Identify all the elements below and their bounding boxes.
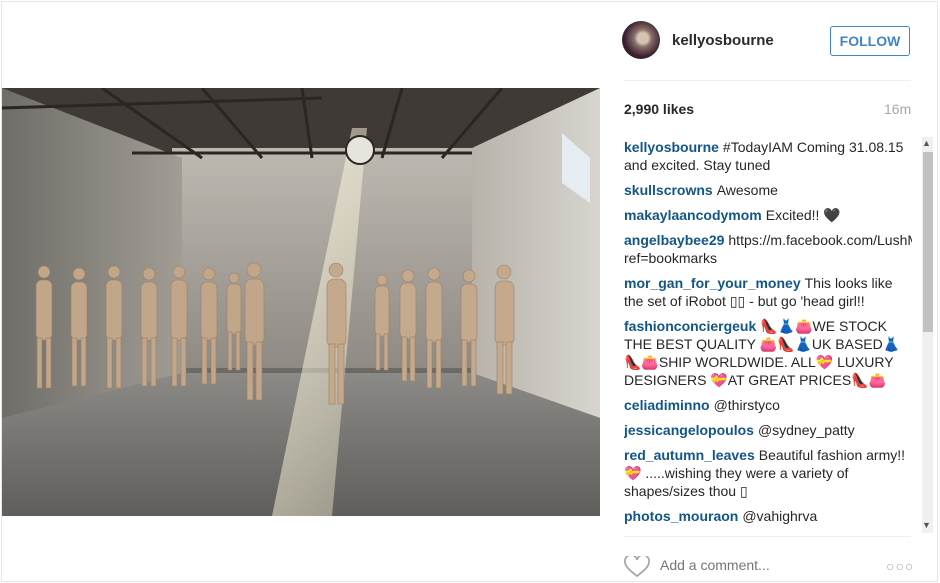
comment-username[interactable]: photos_mouraon	[624, 508, 738, 524]
comment-text: Excited!! 🖤	[765, 207, 841, 223]
comments-scrollbar[interactable]: ▲ ▼	[918, 137, 935, 533]
more-options-icon[interactable]: ○○○	[886, 558, 914, 574]
comment-username[interactable]: jessicangelopoulos	[624, 422, 754, 438]
post-username[interactable]: kellyosbourne	[672, 32, 774, 49]
heart-icon[interactable]	[624, 556, 650, 578]
post-time[interactable]: 16m	[884, 101, 911, 117]
comment-item: celiadiminno @thirstyco	[624, 396, 912, 414]
comment-item: photos_mouraon @vahighrva	[624, 507, 912, 525]
post-photo[interactable]	[2, 88, 600, 516]
comment-item: fashionconciergeuk 👠👗👛WE STOCK THE BEST Q…	[624, 317, 912, 389]
divider	[624, 80, 911, 81]
comment-username[interactable]: angelbaybee29	[624, 232, 724, 248]
scroll-up-arrow-icon[interactable]: ▲	[918, 137, 935, 149]
comment-username[interactable]: celiadiminno	[624, 397, 710, 413]
comment-item: skullscrowns Awesome	[624, 181, 912, 199]
comment-text[interactable]: @sydney_patty	[758, 422, 855, 438]
add-comment-input[interactable]	[660, 557, 850, 573]
comment-username[interactable]: kellyosbourne	[624, 139, 719, 155]
comment-bar: ○○○	[624, 548, 914, 580]
post-header: kellyosbourne FOLLOW	[622, 18, 912, 64]
scroll-down-arrow-icon[interactable]: ▼	[918, 519, 935, 531]
comments-list[interactable]: kellyosbourne #TodayIAM Coming 31.08.15 a…	[624, 138, 912, 536]
comment-text: Awesome	[716, 182, 778, 198]
comment-item: makaylaancodymom Excited!! 🖤	[624, 206, 912, 224]
comment-item: angelbaybee29 https://m.facebook.com/Lush…	[624, 231, 912, 267]
divider	[624, 536, 911, 537]
comment-item: mor_gan_for_your_money This looks like th…	[624, 274, 912, 310]
comment-item: jessicangelopoulos @sydney_patty	[624, 421, 912, 439]
likes-count[interactable]: 2,990 likes	[624, 101, 694, 117]
scrollbar-thumb[interactable]	[923, 152, 933, 332]
comment-username[interactable]: fashionconciergeuk	[624, 318, 756, 334]
follow-button[interactable]: FOLLOW	[830, 26, 910, 56]
comment-username[interactable]: red_autumn_leaves	[624, 447, 755, 463]
comment-username[interactable]: skullscrowns	[624, 182, 713, 198]
comment-username[interactable]: mor_gan_for_your_money	[624, 275, 801, 291]
comment-username[interactable]: makaylaancodymom	[624, 207, 762, 223]
comment-text[interactable]: @thirstyco	[714, 397, 780, 413]
avatar[interactable]	[622, 21, 660, 59]
mannequin-warehouse-image	[2, 88, 600, 516]
comment-item: kellyosbourne #TodayIAM Coming 31.08.15 a…	[624, 138, 912, 174]
comment-text[interactable]: @vahighrva	[742, 508, 817, 524]
comment-item: red_autumn_leaves Beautiful fashion army!…	[624, 446, 912, 500]
